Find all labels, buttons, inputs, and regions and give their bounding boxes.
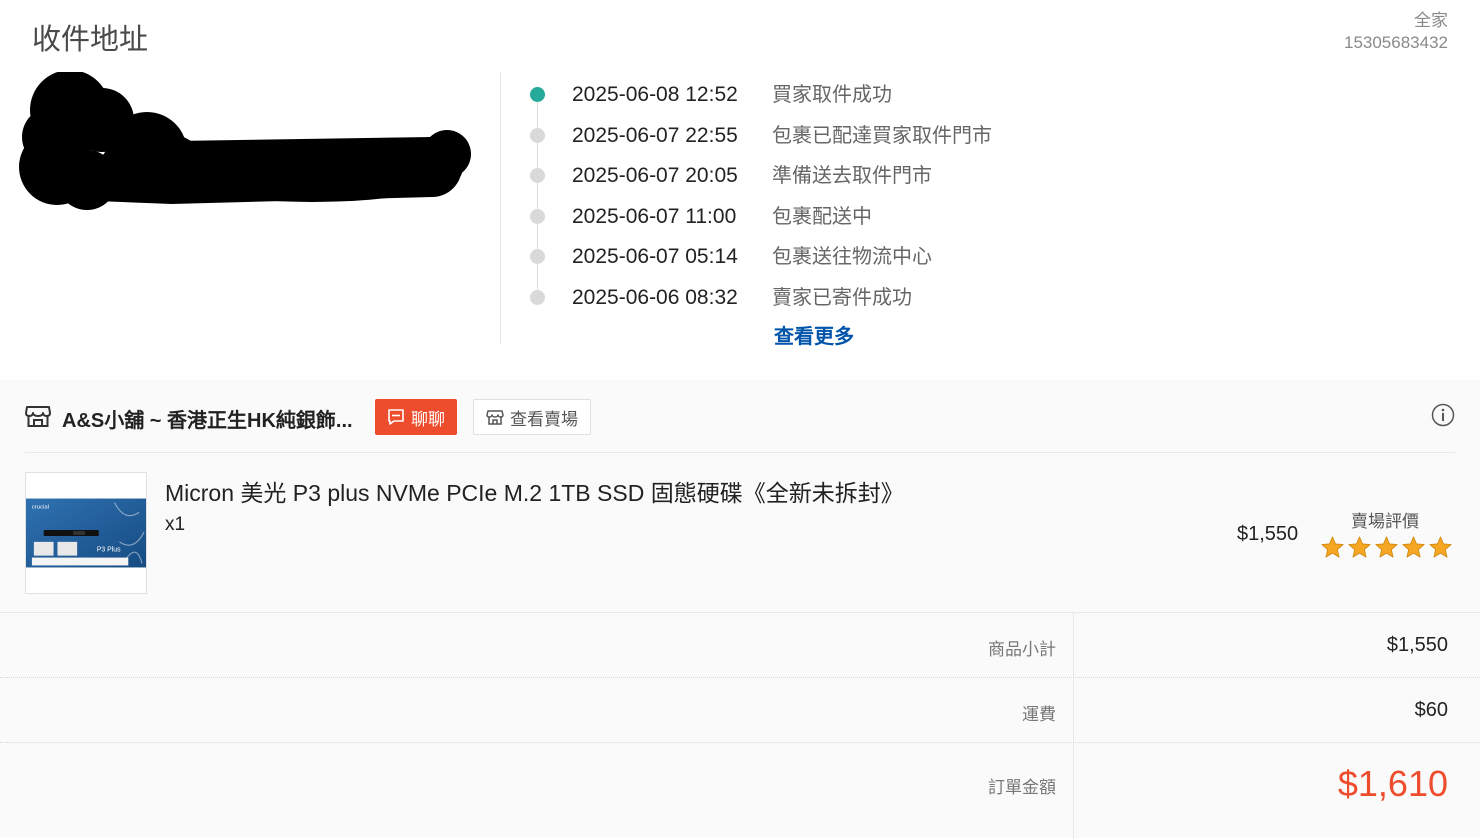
shipping-row: 運費 $60: [0, 678, 1480, 743]
timeline-dot-active: [530, 87, 545, 102]
shipping-label: 運費: [1022, 705, 1056, 724]
timeline-dot: [530, 208, 545, 224]
event-time: 2025-06-06 08:32: [572, 285, 738, 309]
info-icon[interactable]: [1431, 403, 1455, 427]
event-time: 2025-06-07 11:00: [572, 204, 737, 228]
star-icon[interactable]: [1347, 535, 1372, 560]
rating-label: 賣場評價: [1351, 512, 1419, 531]
product-title[interactable]: Micron 美光 P3 plus NVMe PCIe M.2 1TB SSD …: [165, 474, 904, 508]
chat-icon: [388, 409, 404, 425]
timeline-divider: [500, 72, 501, 344]
shipping-value: $60: [1414, 699, 1448, 721]
view-shop-label: 查看賣場: [510, 409, 578, 429]
order-total-row: 訂單金額 $1,610: [0, 743, 1480, 827]
order-total-label: 訂單金額: [988, 778, 1056, 797]
order-totals: 商品小計 $1,550 運費 $60 訂單金額 $1,610: [0, 612, 1480, 839]
product-quantity: x1: [165, 514, 186, 535]
event-status: 準備送去取件門市: [772, 165, 932, 188]
shop-name[interactable]: A&S小舖 ~ 香港正生HK純銀飾...: [62, 404, 362, 433]
chat-label: 聊聊: [411, 409, 445, 429]
event-status: 包裹配送中: [772, 205, 872, 228]
subtotal-value: $1,550: [1386, 634, 1448, 656]
star-icon[interactable]: [1428, 535, 1453, 560]
star-icon[interactable]: [1320, 535, 1345, 560]
event-status: 包裹送往物流中心: [772, 246, 932, 269]
event-status: 買家取件成功: [772, 84, 892, 106]
view-more-link[interactable]: 查看更多: [774, 320, 854, 349]
shop-header: A&S小舖 ~ 香港正生HK純銀飾... 聊聊 查看賣場: [25, 380, 1455, 453]
pickup-store: 全家: [1414, 11, 1448, 30]
timeline-dot: [530, 249, 545, 265]
timeline-dot: [530, 168, 545, 184]
event-time: 2025-06-07 22:55: [572, 123, 738, 147]
event-time: 2025-06-07 05:14: [572, 245, 738, 269]
address-title: 收件地址: [32, 24, 149, 56]
store-icon: [486, 410, 504, 425]
order-section: A&S小舖 ~ 香港正生HK純銀飾... 聊聊 查看賣場 crucial P3 …: [0, 380, 1480, 839]
star-icon[interactable]: [1401, 535, 1426, 560]
star-icon[interactable]: [1374, 535, 1399, 560]
chat-button[interactable]: 聊聊: [375, 399, 457, 435]
event-status: 賣家已寄件成功: [772, 286, 912, 309]
rating-stars[interactable]: [1320, 535, 1453, 560]
address-section: 收件地址 全家 15305683432 2025-06-08 12:52 買家取…: [0, 0, 1480, 380]
image-model: P3 Plus: [97, 547, 121, 554]
event-status: 包裹已配達買家取件門市: [772, 124, 992, 147]
redacted-address: [19, 72, 471, 210]
shop-icon: [25, 406, 51, 427]
order-total-value: $1,610: [1337, 763, 1448, 804]
subtotal-label: 商品小計: [988, 640, 1056, 659]
recipient-phone: 15305683432: [1343, 33, 1448, 52]
view-shop-button[interactable]: 查看賣場: [473, 399, 591, 435]
pickup-info: 全家 15305683432: [1344, 10, 1448, 54]
subtotal-row: 商品小計 $1,550: [0, 613, 1480, 678]
timeline-line: [537, 94, 538, 300]
event-time: 2025-06-08 12:52: [572, 83, 738, 106]
image-brand: crucial: [32, 504, 49, 510]
product-row[interactable]: crucial P3 Plus Micron 美光 P3 plus NVMe P…: [25, 472, 1455, 594]
product-image[interactable]: crucial P3 Plus: [25, 472, 147, 594]
event-time: 2025-06-07 20:05: [572, 164, 738, 188]
product-price: $1,550: [1237, 523, 1299, 545]
timeline-dot: [530, 127, 545, 143]
timeline-dot: [530, 289, 545, 305]
